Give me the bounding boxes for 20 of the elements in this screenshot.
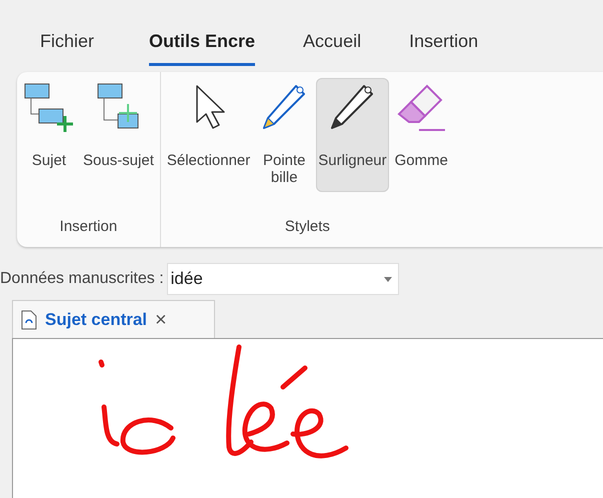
- ribbon-tab[interactable]: Fichier: [40, 22, 94, 66]
- ribbon-button[interactable]: Sujet: [21, 78, 77, 192]
- ribbon-button[interactable]: Pointe bille: [256, 78, 312, 192]
- ink-dropdown[interactable]: idée: [166, 263, 399, 295]
- caret-icon: [384, 276, 392, 282]
- group-label: Stylets: [284, 217, 330, 237]
- ribbon-tab[interactable]: Accueil: [303, 22, 362, 66]
- field-label: Données manuscrites :: [0, 269, 164, 289]
- document-icon: [21, 310, 37, 330]
- ribbon-button[interactable]: Sélectionner: [164, 78, 252, 192]
- close-button[interactable]: ×: [155, 304, 167, 334]
- ribbon-button[interactable]: Sous-sujet: [81, 78, 156, 192]
- ribbon-button[interactable]: Gomme: [392, 78, 450, 192]
- eraser-icon: [395, 82, 448, 134]
- group-label: Insertion: [60, 217, 118, 237]
- document-tab[interactable]: Sujet central ×: [12, 300, 215, 338]
- topic-icon: [23, 82, 75, 134]
- ribbon-tab[interactable]: Insertion: [409, 22, 478, 66]
- ribbon-button[interactable]: Surligneur: [316, 78, 389, 192]
- ribbon-tab[interactable]: Outils Encre: [149, 22, 256, 66]
